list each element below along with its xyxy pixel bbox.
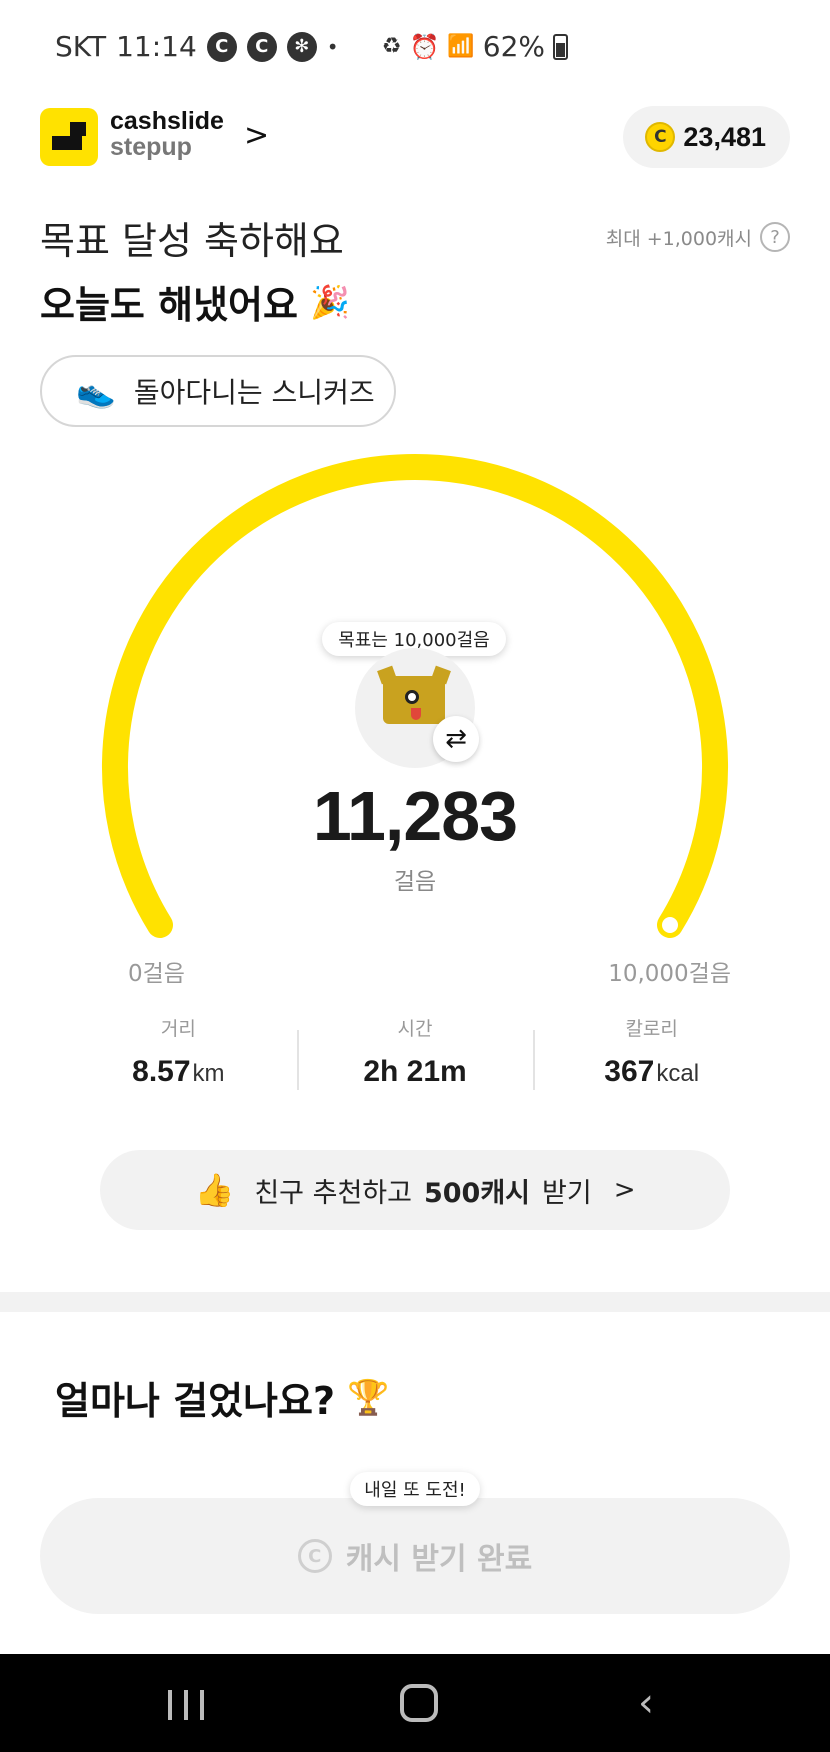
stat-distance: 거리 8.57km xyxy=(60,1014,297,1094)
brand-line2: stepup xyxy=(110,133,192,161)
app-header: cashslide stepup > C 23,481 xyxy=(40,106,790,170)
dog-character-icon xyxy=(377,665,451,724)
cash-balance-button[interactable]: C 23,481 xyxy=(623,106,790,168)
gauge-min-label: 0걸음 xyxy=(128,961,185,987)
stat-label: 시간 xyxy=(397,1018,433,1040)
status-left: SKT 11:14 C C ✻ • xyxy=(55,30,339,63)
clock-time: 11:14 xyxy=(116,30,197,63)
alarm-icon: ⏰ xyxy=(409,32,440,61)
recycle-icon: ♻ xyxy=(381,34,402,59)
sneaker-select-button[interactable]: 👟 돌아다니는 스니커즈 xyxy=(40,355,396,427)
cash-amount: 23,481 xyxy=(683,121,766,152)
activity-stats: 거리 8.57km 시간 2h 21m 칼로리 367kcal xyxy=(60,1014,770,1094)
chevron-right-icon: > xyxy=(613,1175,636,1205)
calorie-unit: kcal xyxy=(656,1060,700,1087)
invite-friend-button[interactable]: 👍 친구 추천하고 500캐시 받기 > xyxy=(100,1150,730,1230)
gauge-end-dot xyxy=(662,917,678,933)
swap-character-button[interactable]: ⇄ xyxy=(433,716,479,762)
max-cash-info: 최대 +1,000캐시 ? xyxy=(606,222,790,252)
section-divider xyxy=(0,1292,830,1312)
thumbs-up-icon: 👍 xyxy=(194,1171,235,1209)
chevron-right-icon[interactable]: > xyxy=(244,118,269,153)
invite-suffix: 받기 xyxy=(542,1177,592,1209)
cashslide-logo-icon[interactable] xyxy=(40,108,98,166)
recent-apps-icon[interactable] xyxy=(168,1690,204,1720)
claim-cash-button[interactable]: C 캐시 받기 완료 xyxy=(40,1498,790,1614)
sneaker-icon: 👟 xyxy=(76,372,116,410)
battery-percent: 62% xyxy=(482,30,545,63)
party-popper-icon: 🎉 xyxy=(309,282,350,321)
help-icon[interactable]: ? xyxy=(760,222,790,252)
goal-subtitle: 오늘도 해냈어요 🎉 xyxy=(40,274,350,329)
stat-value: 8.57km xyxy=(60,1055,297,1089)
stat-calories: 칼로리 367kcal xyxy=(533,1014,770,1094)
stat-value: 367kcal xyxy=(533,1055,770,1089)
stat-label: 칼로리 xyxy=(625,1018,678,1040)
invite-reward: 500캐시 xyxy=(423,1177,531,1209)
stat-value: 2h 21m xyxy=(297,1055,534,1089)
battery-icon xyxy=(553,33,568,60)
dot-icon: • xyxy=(326,34,339,59)
gauge-max-label: 10,000걸음 xyxy=(608,961,731,987)
distance-value: 8.57 xyxy=(132,1055,191,1088)
calorie-value: 367 xyxy=(604,1055,655,1088)
carrier-label: SKT xyxy=(55,30,107,63)
time-value: 2h 21m xyxy=(363,1055,467,1088)
c-notification-icon: C xyxy=(206,31,237,62)
trophy-icon: 🏆 xyxy=(347,1377,390,1418)
walk-section-title: 얼마나 걸었나요? 🏆 xyxy=(55,1370,389,1425)
goal-subtitle-text: 오늘도 해냈어요 xyxy=(40,283,298,327)
home-icon[interactable] xyxy=(400,1684,438,1722)
medal-icon: C xyxy=(297,1539,332,1573)
sneaker-label: 돌아다니는 스니커즈 xyxy=(133,376,375,409)
invite-prefix: 친구 추천하고 xyxy=(254,1177,412,1209)
brand-name[interactable]: cashslide stepup xyxy=(110,108,224,160)
back-icon[interactable]: ‹ xyxy=(638,1680,654,1726)
status-bar: SKT 11:14 C C ✻ • ♻ ⏰ 📶 62% xyxy=(0,0,830,96)
step-unit: 걸음 xyxy=(393,869,437,895)
c-notification-icon: C xyxy=(246,31,277,62)
stat-time: 시간 2h 21m xyxy=(296,1014,534,1094)
walk-title-text: 얼마나 걸었나요? xyxy=(55,1379,335,1423)
wifi-icon: 📶 xyxy=(447,34,475,59)
distance-unit: km xyxy=(192,1060,225,1087)
fan-icon: ✻ xyxy=(286,31,317,62)
claim-button-label: 캐시 받기 완료 xyxy=(345,1542,533,1577)
max-cash-label: 최대 +1,000캐시 xyxy=(605,227,752,250)
stat-label: 거리 xyxy=(160,1018,196,1040)
coin-icon: C xyxy=(645,122,676,152)
system-nav-bar: ‹ xyxy=(0,1654,830,1752)
tomorrow-tooltip: 내일 또 도전! xyxy=(350,1472,480,1506)
goal-title: 목표 달성 축하해요 xyxy=(40,219,344,263)
brand-line1: cashslide xyxy=(110,107,224,135)
status-right: ♻ ⏰ 📶 62% xyxy=(382,30,568,63)
step-count: 11,283 xyxy=(312,777,518,855)
